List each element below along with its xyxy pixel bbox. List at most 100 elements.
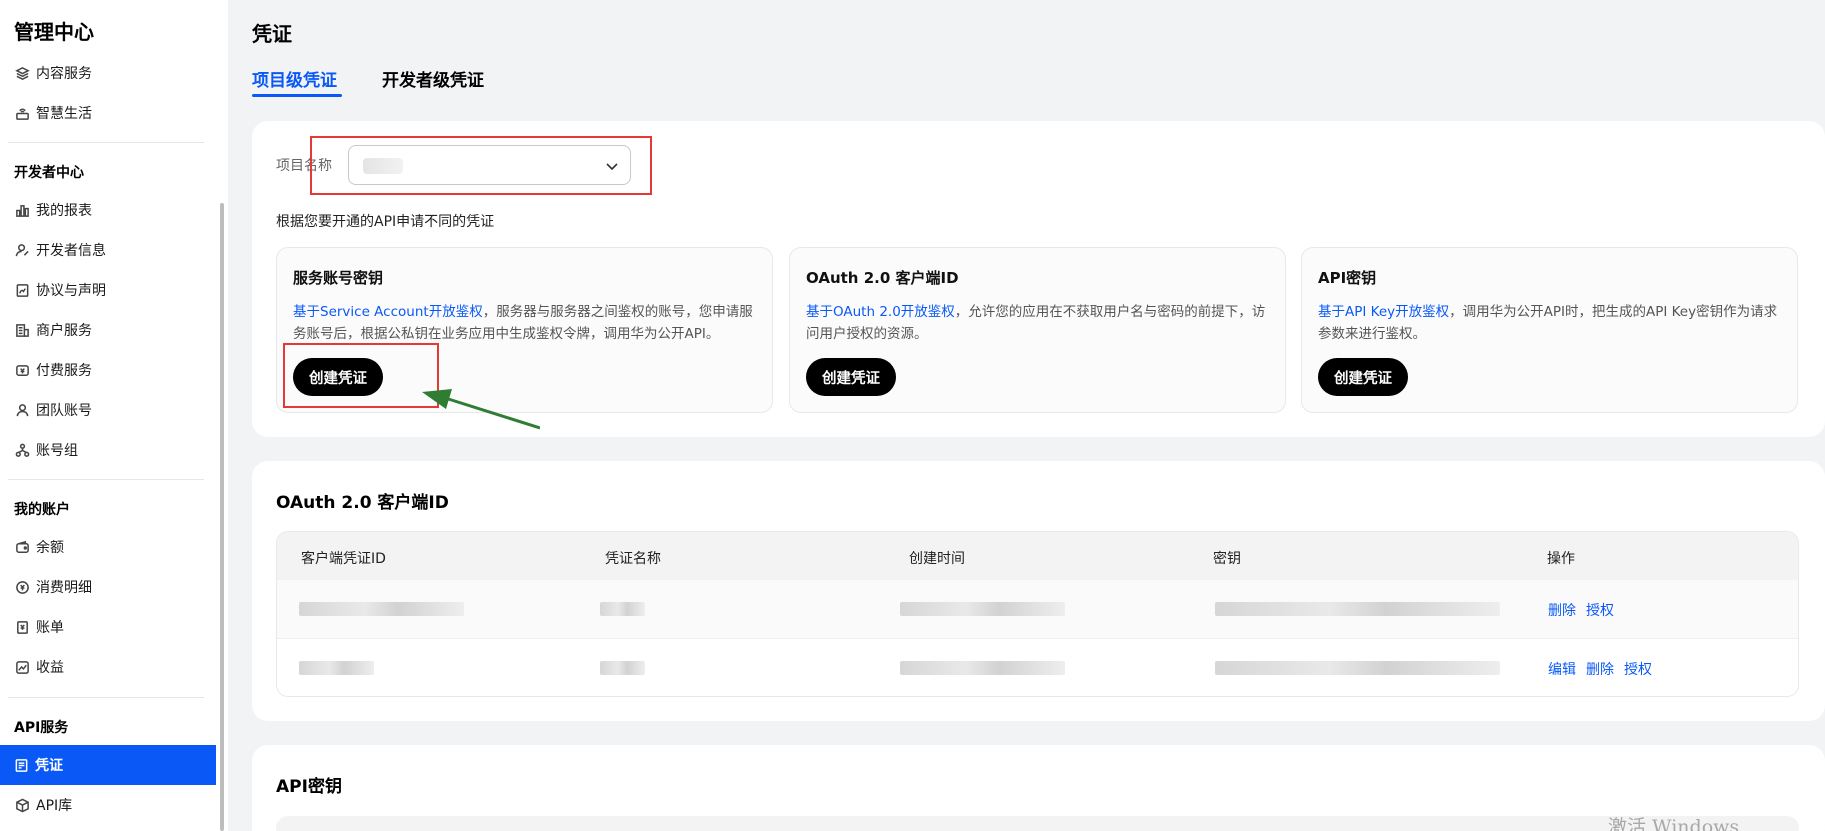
sidebar-item-label: 开发者信息 <box>36 243 106 259</box>
tab-active-indicator <box>252 94 342 97</box>
sidebar-item-reports[interactable]: 我的报表 <box>14 190 214 230</box>
card-title: API密钥 <box>1318 269 1377 287</box>
redacted-secret <box>1215 661 1500 675</box>
sidebar-item-developer-info[interactable]: 开发者信息 <box>14 230 214 270</box>
annotation-box <box>283 343 439 408</box>
sidebar-item-bill[interactable]: 账单 <box>14 607 214 647</box>
group-icon <box>14 442 30 458</box>
wallet-icon <box>14 539 30 555</box>
sidebar-item-label: 凭证 <box>35 758 63 774</box>
authorize-link[interactable]: 授权 <box>1624 659 1652 679</box>
table-row: 编辑 删除 授权 <box>277 638 1798 696</box>
credential-icon <box>14 758 29 773</box>
page-title: 凭证 <box>252 22 292 46</box>
payment-icon <box>14 362 30 378</box>
api-key-table-header <box>276 816 1799 831</box>
redacted-credential-name <box>600 602 645 616</box>
sidebar-item-label: 团队账号 <box>36 403 92 419</box>
edit-link[interactable]: 编辑 <box>1548 659 1576 679</box>
sidebar-item-label: 协议与声明 <box>36 283 106 299</box>
sidebar-item-paid-service[interactable]: 付费服务 <box>14 350 214 390</box>
authorize-link[interactable]: 授权 <box>1586 600 1614 620</box>
tab-project-credentials[interactable]: 项目级凭证 <box>252 66 337 91</box>
sidebar-item-agreements[interactable]: 协议与声明 <box>14 270 214 310</box>
sidebar-section-developer: 开发者中心 <box>14 165 84 181</box>
sidebar-title: 管理中心 <box>14 20 94 44</box>
sidebar-divider <box>8 479 204 480</box>
sidebar-item-label: 余额 <box>36 540 64 556</box>
sidebar-item-label: 收益 <box>36 660 64 676</box>
table-header: 客户端凭证ID 凭证名称 创建时间 密钥 操作 <box>277 532 1798 580</box>
trend-icon <box>14 659 30 675</box>
sidebar-item-label: 消费明细 <box>36 580 92 596</box>
annotation-box <box>310 136 652 195</box>
sidebar-item-earnings[interactable]: 收益 <box>14 647 214 687</box>
delete-link[interactable]: 删除 <box>1548 600 1576 620</box>
sidebar-item-credentials[interactable]: 凭证 <box>0 745 216 785</box>
api-key-card: API密钥 基于API Key开放鉴权，调用华为公开API时，把生成的API K… <box>1301 247 1798 413</box>
sidebar-section-api: API服务 <box>14 720 69 736</box>
sidebar-item-label: API库 <box>36 798 73 814</box>
redacted-secret <box>1215 602 1500 616</box>
user-edit-icon <box>14 242 30 258</box>
tab-developer-credentials[interactable]: 开发者级凭证 <box>382 66 484 91</box>
card-description: 基于API Key开放鉴权，调用华为公开API时，把生成的API Key密钥作为… <box>1318 304 1778 342</box>
doc-link[interactable]: 基于OAuth 2.0开放鉴权 <box>806 304 955 320</box>
bill-icon <box>14 619 30 635</box>
sidebar-item-smart-life[interactable]: 智慧生活 <box>14 93 214 133</box>
sidebar-item-label: 账单 <box>36 620 64 636</box>
sidebar-item-label: 智慧生活 <box>36 106 92 122</box>
windows-activation-watermark: 激活 Windows <box>1608 816 1740 831</box>
column-header: 创建时间 <box>909 551 965 567</box>
sidebar-item-label: 内容服务 <box>36 66 92 82</box>
credential-hint: 根据您要开通的API申请不同的凭证 <box>276 214 495 230</box>
team-icon <box>14 402 30 418</box>
create-credential-button[interactable]: 创建凭证 <box>1318 358 1408 396</box>
sidebar-section-account: 我的账户 <box>14 502 70 518</box>
sidebar-divider <box>8 142 204 143</box>
redacted-client-id <box>299 661 374 675</box>
delete-link[interactable]: 删除 <box>1586 659 1614 679</box>
sidebar: 管理中心 内容服务 智慧生活 开发者中心 我的报表 开发者信息 协议与声明 商户… <box>0 0 228 831</box>
column-header: 凭证名称 <box>605 551 661 567</box>
sidebar-item-account-group[interactable]: 账号组 <box>14 430 214 470</box>
sidebar-item-balance[interactable]: 余额 <box>14 527 214 567</box>
sidebar-item-label: 付费服务 <box>36 363 92 379</box>
redacted-created-time <box>900 602 1065 616</box>
bar-chart-icon <box>14 202 30 218</box>
sidebar-item-api-library[interactable]: API库 <box>14 785 214 825</box>
card-description: 基于OAuth 2.0开放鉴权，允许您的应用在不获取用户名与密码的前提下，访问用… <box>806 304 1266 342</box>
router-icon <box>14 105 30 121</box>
card-description: 基于Service Account开放鉴权，服务器与服务器之间鉴权的账号，您申请… <box>293 304 753 342</box>
cube-icon <box>14 797 30 813</box>
merchant-icon <box>14 322 30 338</box>
sidebar-item-content-service[interactable]: 内容服务 <box>14 53 214 93</box>
sidebar-divider <box>8 697 204 698</box>
redacted-credential-name <box>600 661 645 675</box>
sidebar-item-label: 账号组 <box>36 443 78 459</box>
coin-icon <box>14 579 30 595</box>
redacted-created-time <box>900 661 1065 675</box>
column-header: 客户端凭证ID <box>301 551 386 567</box>
oauth-client-table: 客户端凭证ID 凭证名称 创建时间 密钥 操作 删除 授权 编辑 删除 授权 <box>276 531 1799 697</box>
sidebar-item-team-account[interactable]: 团队账号 <box>14 390 214 430</box>
api-key-section-title: API密钥 <box>276 777 342 797</box>
card-title: OAuth 2.0 客户端ID <box>806 269 959 287</box>
sidebar-scrollbar[interactable] <box>220 203 224 831</box>
oauth-client-card: OAuth 2.0 客户端ID 基于OAuth 2.0开放鉴权，允许您的应用在不… <box>789 247 1286 413</box>
sidebar-item-merchant[interactable]: 商户服务 <box>14 310 214 350</box>
sidebar-item-label: 商户服务 <box>36 323 92 339</box>
doc-link[interactable]: 基于Service Account开放鉴权 <box>293 304 483 320</box>
create-credential-button[interactable]: 创建凭证 <box>806 358 896 396</box>
layers-icon <box>14 65 30 81</box>
card-title: 服务账号密钥 <box>293 269 384 287</box>
column-header: 密钥 <box>1213 551 1241 567</box>
table-row: 删除 授权 <box>277 580 1798 638</box>
redacted-client-id <box>299 602 464 616</box>
oauth-section-title: OAuth 2.0 客户端ID <box>276 493 449 513</box>
doc-link[interactable]: 基于API Key开放鉴权 <box>1318 304 1449 320</box>
sidebar-item-consumption[interactable]: 消费明细 <box>14 567 214 607</box>
annotation-arrow-icon <box>422 389 540 430</box>
sidebar-item-label: 我的报表 <box>36 203 92 219</box>
column-header: 操作 <box>1547 551 1575 567</box>
